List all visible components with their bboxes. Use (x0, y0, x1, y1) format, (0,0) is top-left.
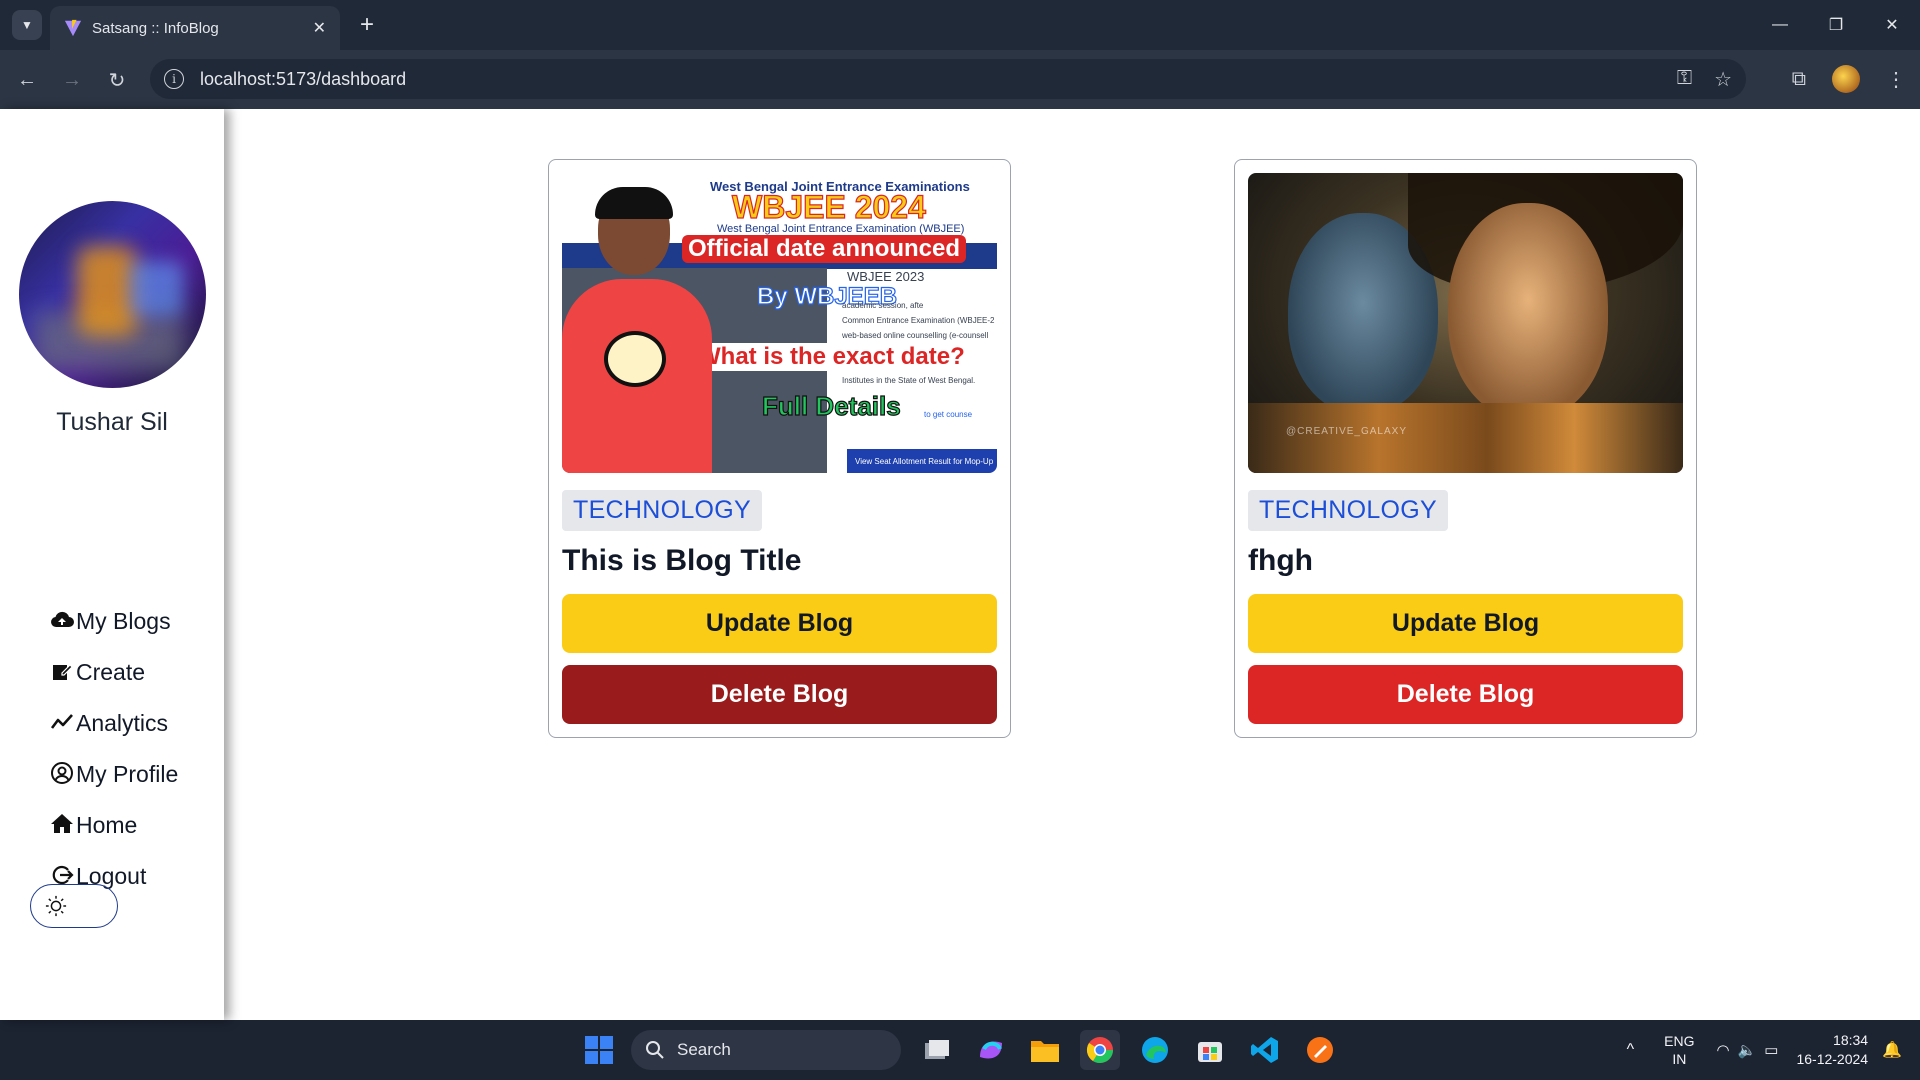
home-icon (51, 814, 73, 833)
sidebar-item-label: Create (76, 659, 146, 685)
postman-icon[interactable] (1300, 1030, 1340, 1070)
search-icon (646, 1041, 664, 1059)
search-label: Search (677, 1040, 731, 1059)
sun-icon (45, 895, 67, 917)
clock[interactable]: 18:34 16-12-2024 (1796, 1031, 1868, 1069)
thumbnail-text: Full Details (761, 390, 901, 421)
thumbnail-text: View Seat Allotment Result for Mop-Up (855, 457, 994, 466)
task-view-icon[interactable] (917, 1030, 957, 1070)
thumbnail-text: West Bengal Joint Entrance Examination (… (717, 223, 965, 235)
sidebar-item-my-profile[interactable]: My Profile (50, 737, 178, 788)
vite-logo-icon (64, 19, 82, 37)
bookmark-star-icon[interactable]: ☆ (1714, 67, 1732, 92)
thumbnail-text: What is the exact date? (694, 343, 969, 371)
sidebar-item-home[interactable]: Home (50, 788, 178, 839)
close-window-icon[interactable]: ✕ (1864, 0, 1920, 50)
update-blog-button[interactable]: Update Blog (1248, 594, 1683, 653)
restore-icon[interactable]: ❐ (1808, 0, 1864, 50)
person-image (562, 187, 712, 473)
blog-card: West Bengal Joint Entrance Examinations … (548, 159, 1011, 738)
menu-kebab-icon[interactable]: ⋮ (1886, 67, 1906, 92)
language-indicator[interactable]: ENG IN (1664, 1032, 1694, 1068)
cloud-upload-icon (51, 611, 74, 627)
taskbar-search[interactable]: Search (631, 1030, 901, 1070)
back-icon[interactable]: ← (12, 65, 42, 95)
blog-title: This is Blog Title (562, 544, 802, 577)
thumbnail-text: Official date announced (682, 235, 967, 263)
trend-icon (50, 714, 73, 729)
category-badge: TECHNOLOGY (1248, 490, 1449, 531)
sidebar-item-create[interactable]: Create (50, 635, 178, 686)
update-blog-button[interactable]: Update Blog (562, 594, 997, 653)
chrome-icon[interactable] (1080, 1030, 1120, 1070)
forward-icon[interactable]: → (57, 65, 87, 95)
user-circle-icon (51, 762, 73, 784)
address-bar[interactable]: i localhost:5173/dashboard ⚿ ☆ (150, 59, 1746, 99)
battery-icon[interactable]: ▭ (1764, 1041, 1778, 1059)
thumbnail-text: WBJEE 2024 (731, 188, 926, 225)
sidebar-item-label: Home (76, 812, 138, 838)
chevron-down-icon: ▼ (21, 18, 33, 32)
thumbnail-text: Common Entrance Examination (WBJEE-2 (842, 316, 995, 325)
tab-list-button[interactable]: ▼ (12, 10, 42, 40)
delete-blog-button[interactable]: Delete Blog (1248, 665, 1683, 724)
sidebar-item-label: My Profile (76, 761, 179, 787)
profile-avatar-icon[interactable] (1832, 65, 1860, 93)
extensions-icon[interactable]: ⧉ (1792, 68, 1806, 91)
windows-start-icon[interactable] (579, 1030, 619, 1070)
language-label: ENG (1664, 1033, 1695, 1049)
site-info-icon[interactable]: i (164, 69, 184, 89)
system-tray: ^ ENG IN ◠ 🔈 ▭ 18:34 16-12-2024 🔔 (1627, 1020, 1920, 1080)
close-tab-icon[interactable]: ✕ (313, 18, 326, 38)
sidebar: Tushar Sil My Blogs Create Analytics My … (0, 109, 224, 1020)
chevron-up-icon[interactable]: ^ (1627, 1041, 1635, 1059)
user-name: Tushar Sil (56, 408, 168, 436)
blog-thumbnail[interactable]: West Bengal Joint Entrance Examinations … (562, 173, 997, 473)
sidebar-menu: My Blogs Create Analytics My Profile Hom… (50, 584, 178, 890)
wifi-icon[interactable]: ◠ (1716, 1041, 1729, 1059)
edit-icon (53, 664, 73, 680)
dashboard-main: West Bengal Joint Entrance Examinations … (224, 109, 1920, 1020)
reload-icon[interactable]: ↻ (102, 65, 132, 95)
blog-card: @CREATIVE_GALAXY TECHNOLOGY fhgh Update … (1234, 159, 1697, 738)
copilot-icon[interactable] (971, 1030, 1011, 1070)
url-text[interactable]: localhost:5173/dashboard (200, 69, 1677, 90)
delete-blog-button[interactable]: Delete Blog (562, 665, 997, 724)
sidebar-item-label: Analytics (76, 710, 169, 736)
sidebar-item-my-blogs[interactable]: My Blogs (50, 584, 178, 635)
browser-tab[interactable]: Satsang :: InfoBlog ✕ (50, 6, 340, 50)
volume-icon[interactable]: 🔈 (1738, 1041, 1757, 1059)
thumbnail-text: Institutes in the State of West Bengal. (842, 376, 976, 385)
blog-thumbnail[interactable]: @CREATIVE_GALAXY (1248, 173, 1683, 473)
tab-title: Satsang :: InfoBlog (92, 19, 219, 37)
sidebar-item-label: My Blogs (76, 608, 171, 634)
file-explorer-icon[interactable] (1025, 1030, 1065, 1070)
category-badge: TECHNOLOGY (562, 490, 763, 531)
sidebar-item-analytics[interactable]: Analytics (50, 686, 178, 737)
thumbnail-watermark: @CREATIVE_GALAXY (1286, 426, 1407, 437)
new-tab-button[interactable]: + (352, 10, 382, 40)
notification-bell-icon[interactable]: 🔔 (1882, 1040, 1902, 1060)
region-label: IN (1672, 1051, 1687, 1067)
thumbnail-text: academic session, afte (842, 301, 924, 310)
address-toolbar: ← → ↻ i localhost:5173/dashboard ⚿ ☆ ⧉ ⋮ (0, 50, 1920, 109)
clock-date: 16-12-2024 (1796, 1051, 1869, 1067)
password-key-icon[interactable]: ⚿ (1677, 67, 1692, 92)
clock-time: 18:34 (1833, 1032, 1869, 1048)
microsoft-store-icon[interactable] (1190, 1030, 1230, 1070)
vscode-icon[interactable] (1245, 1030, 1285, 1070)
theme-toggle[interactable] (30, 884, 118, 928)
thumbnail-text: to get counse (924, 410, 973, 419)
browser-tab-bar: ▼ Satsang :: InfoBlog ✕ + — ❐ ✕ (0, 0, 1920, 50)
sidebar-item-logout[interactable]: Logout (50, 839, 178, 890)
blog-title: fhgh (1248, 544, 1313, 577)
thumbnail-text: WBJEE 2023 (847, 269, 925, 284)
edge-icon[interactable] (1135, 1030, 1175, 1070)
profile-picture (19, 201, 206, 388)
minimize-icon[interactable]: — (1752, 0, 1808, 50)
thumbnail-text: web-based online counselling (e-counsell (842, 331, 989, 340)
windows-taskbar: Search ^ ENG IN ◠ 🔈 ▭ 18:34 16-12-2024 � (0, 1020, 1920, 1080)
